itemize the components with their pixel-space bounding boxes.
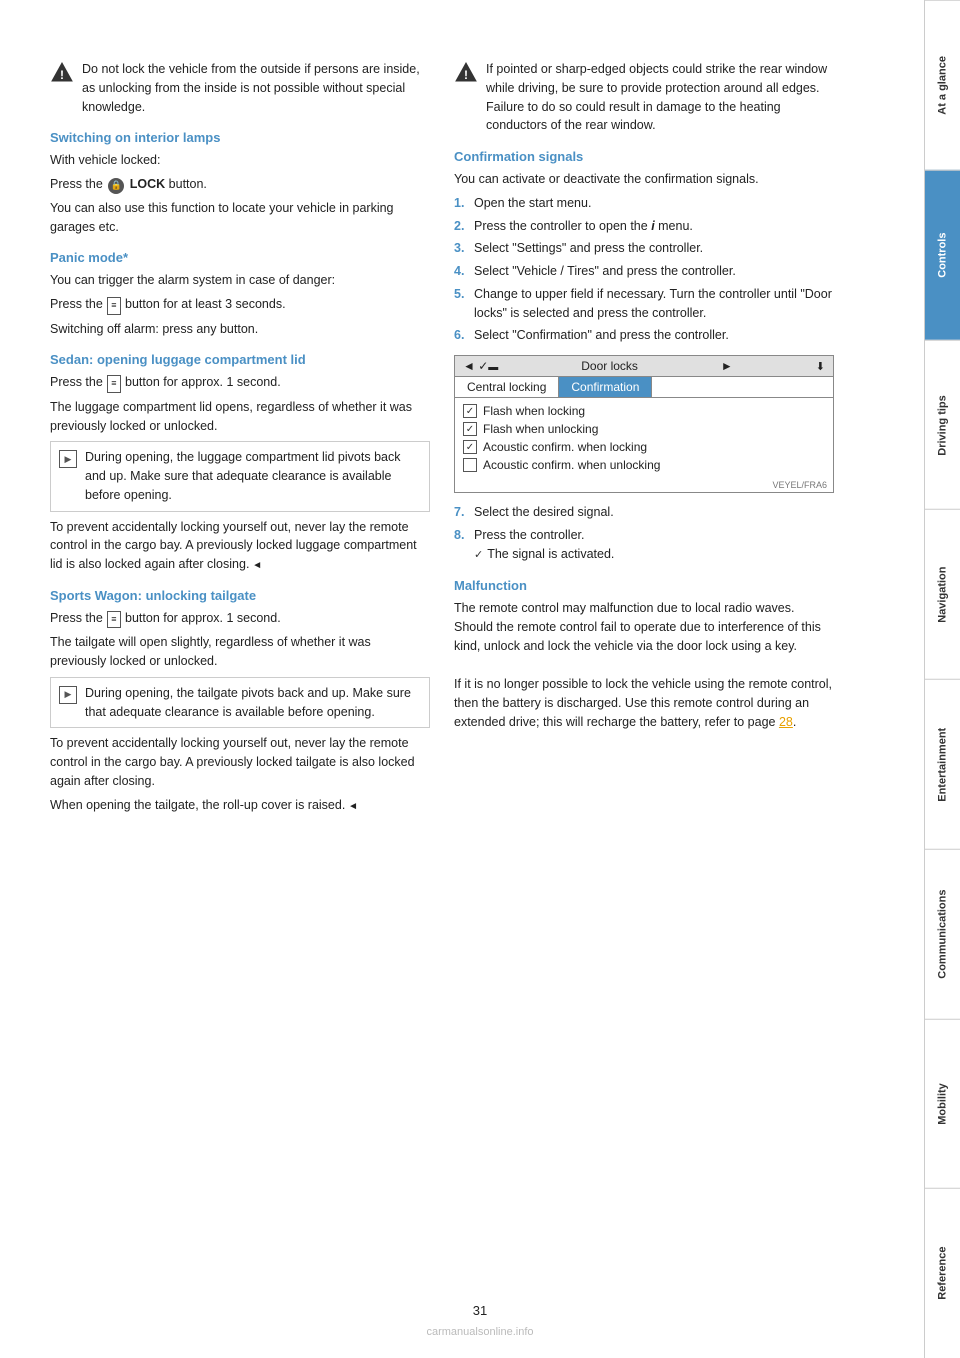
- item-flash-locking: ✓ Flash when locking: [463, 402, 825, 420]
- section-heading-wagon: Sports Wagon: unlocking tailgate: [50, 588, 430, 603]
- sedan-note: During opening, the luggage compartment …: [50, 441, 430, 511]
- header-right-arrow: ►: [721, 359, 733, 373]
- note-play-icon-2: [59, 686, 77, 704]
- wagon-p2: The tailgate will open slightly, regardl…: [50, 633, 430, 671]
- sidebar: At a glance Controls Driving tips Naviga…: [924, 0, 960, 1358]
- sidebar-tab-navigation[interactable]: Navigation: [925, 509, 960, 679]
- left-column: ! Do not lock the vehicle from the outsi…: [50, 60, 430, 1298]
- step-5: 5. Change to upper field if necessary. T…: [454, 285, 834, 323]
- main-content: ! Do not lock the vehicle from the outsi…: [0, 0, 924, 1358]
- door-locks-title: Door locks: [581, 359, 638, 373]
- checkmark-icon: ✓: [474, 547, 483, 564]
- remote-icon-3: ≡: [107, 611, 120, 629]
- warning-block-right: ! If pointed or sharp-edged objects coul…: [454, 60, 834, 135]
- door-locks-header: ◄ ✓▬ Door locks ► ⬇: [455, 356, 833, 377]
- header-icon: ⬇: [816, 360, 825, 373]
- item-acoustic-unlocking: Acoustic confirm. when unlocking: [463, 456, 825, 474]
- warning-block-1: ! Do not lock the vehicle from the outsi…: [50, 60, 430, 116]
- sidebar-tab-controls[interactable]: Controls: [925, 170, 960, 340]
- confirmation-steps: 1. Open the start menu. 2. Press the con…: [454, 194, 834, 345]
- note-play-icon: [59, 450, 77, 468]
- checkbox-flash-unlocking[interactable]: ✓: [463, 422, 477, 436]
- step-8: 8. Press the controller. ✓ The signal is…: [454, 526, 834, 564]
- step-2: 2. Press the controller to open the i me…: [454, 217, 834, 236]
- sidebar-tab-entertainment[interactable]: Entertainment: [925, 679, 960, 849]
- section-heading-lamps: Switching on interior lamps: [50, 130, 430, 145]
- sedan-p2: The luggage compartment lid opens, regar…: [50, 398, 430, 436]
- lamps-p1: With vehicle locked:: [50, 151, 430, 170]
- right-column: ! If pointed or sharp-edged objects coul…: [454, 60, 834, 1298]
- warning-right-text: If pointed or sharp-edged objects could …: [486, 60, 834, 135]
- checkbox-acoustic-unlocking[interactable]: [463, 458, 477, 472]
- malfunction-p1: The remote control may malfunction due t…: [454, 599, 834, 655]
- svg-text:!: !: [60, 68, 64, 82]
- sidebar-tab-at-a-glance[interactable]: At a glance: [925, 0, 960, 170]
- sidebar-tab-mobility[interactable]: Mobility: [925, 1019, 960, 1189]
- step-3: 3. Select "Settings" and press the contr…: [454, 239, 834, 258]
- wagon-note-text: During opening, the tailgate pivots back…: [85, 684, 421, 722]
- step-7: 7. Select the desired signal.: [454, 503, 834, 522]
- step-4: 4. Select "Vehicle / Tires" and press th…: [454, 262, 834, 281]
- page-number: 31: [473, 1303, 487, 1318]
- step-6: 6. Select "Confirmation" and press the c…: [454, 326, 834, 345]
- vw-label: VEYEL/FRA6: [455, 478, 833, 492]
- item-flash-unlocking: ✓ Flash when unlocking: [463, 420, 825, 438]
- warning1-text: Do not lock the vehicle from the outside…: [82, 60, 430, 116]
- confirmation-intro: You can activate or deactivate the confi…: [454, 170, 834, 189]
- tab-central-locking[interactable]: Central locking: [455, 377, 559, 397]
- header-left-arrow: ◄ ✓▬: [463, 359, 498, 373]
- watermark: carmanualsonline.info: [0, 1326, 960, 1338]
- warning-triangle-icon: !: [50, 61, 74, 83]
- lock-icon: 🔒: [108, 178, 124, 194]
- malfunction-p2: If it is no longer possible to lock the …: [454, 675, 834, 731]
- tab-confirmation[interactable]: Confirmation: [559, 377, 652, 397]
- checkbox-flash-locking[interactable]: ✓: [463, 404, 477, 418]
- door-locks-tabs: Central locking Confirmation: [455, 377, 833, 398]
- sedan-p3: To prevent accidentally locking yourself…: [50, 518, 430, 574]
- wagon-p3: To prevent accidentally locking yourself…: [50, 734, 430, 790]
- panic-p1: You can trigger the alarm system in case…: [50, 271, 430, 290]
- door-locks-widget: ◄ ✓▬ Door locks ► ⬇ Central locking Conf…: [454, 355, 834, 493]
- page-link-28[interactable]: 28: [779, 715, 793, 729]
- section-heading-confirmation: Confirmation signals: [454, 149, 834, 164]
- lamps-p3: You can also use this function to locate…: [50, 199, 430, 237]
- section-heading-sedan: Sedan: opening luggage compartment lid: [50, 352, 430, 367]
- svg-text:!: !: [464, 68, 468, 82]
- sidebar-tab-communications[interactable]: Communications: [925, 849, 960, 1019]
- checkbox-acoustic-locking[interactable]: ✓: [463, 440, 477, 454]
- item-acoustic-locking: ✓ Acoustic confirm. when locking: [463, 438, 825, 456]
- activated-text: The signal is activated.: [487, 545, 614, 564]
- door-locks-items: ✓ Flash when locking ✓ Flash when unlock…: [455, 398, 833, 478]
- remote-icon-2: ≡: [107, 375, 120, 393]
- warning-triangle-icon-2: !: [454, 61, 478, 83]
- section-heading-panic: Panic mode*: [50, 250, 430, 265]
- section-heading-malfunction: Malfunction: [454, 578, 834, 593]
- back-arrow-2: ◄: [345, 801, 358, 812]
- back-arrow-1: ◄: [249, 560, 262, 571]
- sedan-p1: Press the ≡ button for approx. 1 second.: [50, 373, 430, 393]
- wagon-p4: When opening the tailgate, the roll-up c…: [50, 796, 430, 815]
- page-container: ! Do not lock the vehicle from the outsi…: [0, 0, 960, 1358]
- sidebar-tab-driving-tips[interactable]: Driving tips: [925, 340, 960, 510]
- panic-p3: Switching off alarm: press any button.: [50, 320, 430, 339]
- step-1: 1. Open the start menu.: [454, 194, 834, 213]
- panic-p2: Press the ≡ button for at least 3 second…: [50, 295, 430, 315]
- sedan-note-text: During opening, the luggage compartment …: [85, 448, 421, 504]
- wagon-note: During opening, the tailgate pivots back…: [50, 677, 430, 729]
- steps-7-8: 7. Select the desired signal. 8. Press t…: [454, 503, 834, 564]
- lamps-p2: Press the 🔒 LOCK button.: [50, 175, 430, 194]
- remote-icon: ≡: [107, 297, 120, 315]
- wagon-p1: Press the ≡ button for approx. 1 second.: [50, 609, 430, 629]
